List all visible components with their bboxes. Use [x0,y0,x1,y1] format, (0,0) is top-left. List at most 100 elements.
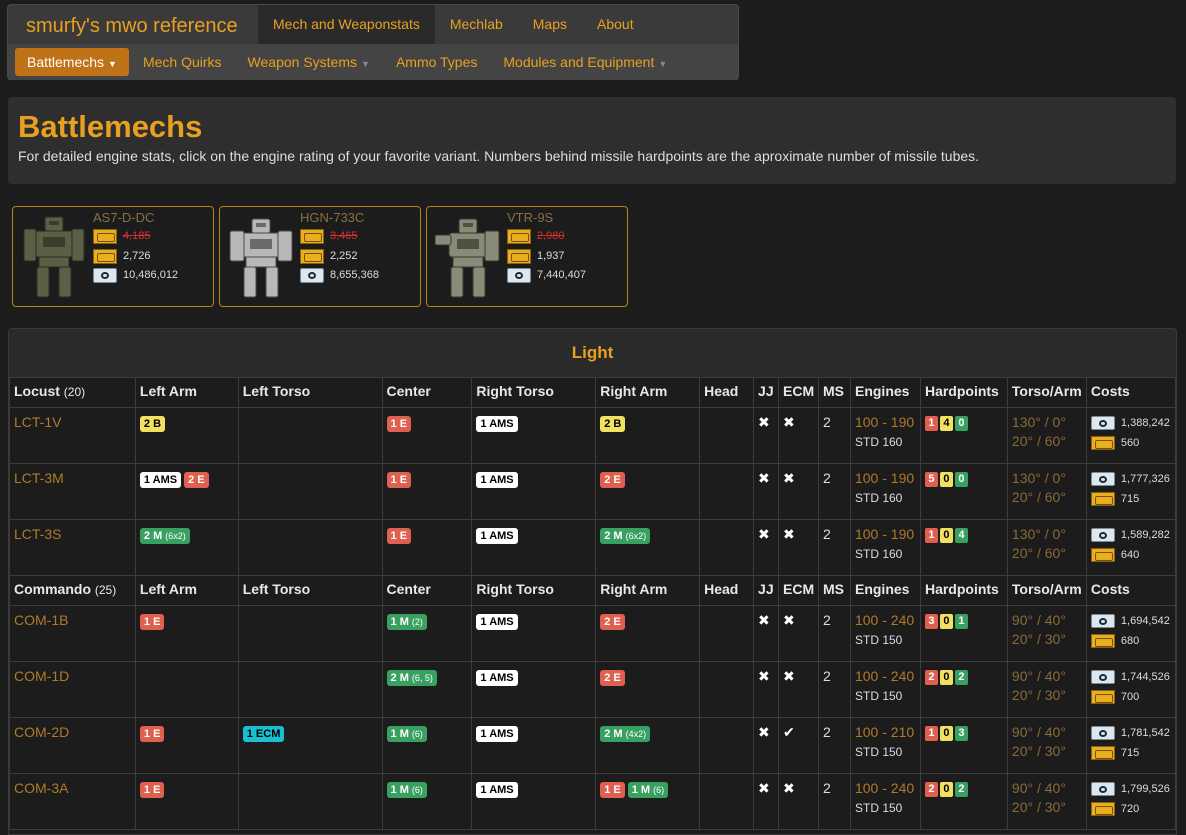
arm-angle: 20° / 30° [1011,631,1066,647]
arm-angle: 20° / 30° [1011,799,1066,815]
subnav-weapon-systems[interactable]: Weapon Systems ▼ [248,54,370,70]
head-cell [699,773,755,830]
mc-value: 715 [1120,747,1140,759]
weapon-hardpoint-badge: 1 M (6) [386,782,427,798]
column-header: Left Arm [134,575,239,606]
mc-icon [1090,746,1115,760]
engine-range-link[interactable]: 100 - 240 [855,612,916,628]
mc-price-old: 4,185 [93,227,151,245]
engine-range-link[interactable]: 100 - 240 [855,668,916,684]
badge-label: 2 E [604,672,621,684]
engine-range-link[interactable]: 100 - 190 [855,470,916,486]
weapon-hardpoint-badge: 1 E [600,782,625,798]
mc-old-value: 3,465 [330,230,358,242]
badge-label: 2 M [604,530,623,542]
subnav-modules-and-equipment[interactable]: Modules and Equipment ▼ [503,54,667,70]
variant-link[interactable]: COM-3A [9,773,136,830]
hardpoint-count: 0 [939,726,953,741]
badge-detail: (6x2) [625,531,647,541]
page-header: Battlemechs For detailed engine stats, c… [8,97,1176,184]
nav-mechlab[interactable]: Mechlab [435,5,518,44]
featured-mech-name[interactable]: AS7-D-DC [93,210,154,225]
hardpoints-cell: 103 [919,717,1008,774]
variant-link[interactable]: LCT-3M [9,463,136,520]
head-cell [699,463,755,520]
featured-mech-name[interactable]: HGN-733C [300,210,364,225]
cbills-cost: 1,388,242 [1090,414,1171,432]
brand-link[interactable]: smurfy's mwo reference [26,15,238,38]
variant-link[interactable]: COM-1D [9,661,136,718]
cbills-value: 1,799,526 [1120,783,1170,795]
weapon-hardpoint-badge: 1 E [386,416,412,432]
column-header: Left Torso [237,377,383,408]
badge-label: 2 E [604,474,621,486]
weapon-hardpoint-badge: 2 B [600,416,626,432]
engine-std: STD 160 [854,435,903,449]
nav-mech-and-weaponstats[interactable]: Mech and Weaponstats [258,5,435,44]
nav-about[interactable]: About [582,5,649,44]
badge-label: 1 AMS [480,616,514,628]
variant-link[interactable]: COM-2D [9,717,136,774]
badge-detail: (4x2) [625,729,647,739]
cbills-icon [1090,614,1115,628]
variant-link[interactable]: COM-1B [9,605,136,662]
subnav-mech-quirks[interactable]: Mech Quirks [143,54,222,70]
badge-detail: (6) [411,729,423,739]
hardpoints-cell: 202 [919,773,1008,830]
column-header: Engines [849,575,921,606]
hardpoint-count: 0 [954,416,968,431]
featured-mech-card[interactable]: VTR-9S 2,980 1,937 7,440,407 [426,206,628,307]
mc-icon [300,248,324,264]
subnav-battlemechs[interactable]: Battlemechs ▼ [15,48,129,76]
badge-label: 1 M [390,616,409,628]
engine-range-link[interactable]: 100 - 190 [855,414,916,430]
column-header: Right Torso [471,575,597,606]
nav-maps[interactable]: Maps [518,5,582,44]
mc-icon [1090,436,1115,450]
engine-range-link[interactable]: 100 - 190 [855,526,916,542]
badge-label: 1 E [390,530,408,542]
chassis-count: (25) [94,583,117,597]
weapon-hardpoint-badge: 1 E [139,782,165,798]
weapon-hardpoint-badge: 2 E [600,670,625,686]
engine-range-link[interactable]: 100 - 210 [855,724,916,740]
weapon-hardpoint-badge: 1 ECM [242,726,285,742]
section-title: Light [9,329,1176,378]
featured-mech-card[interactable]: HGN-733C 3,465 2,252 8,655,368 [219,206,421,307]
left-torso-cell [237,463,383,520]
featured-mech-card[interactable]: AS7-D-DC 4,185 2,726 10,486,012 [12,206,214,307]
hardpoints-cell: 500 [919,463,1008,520]
ecm-icon: ✖ [778,605,819,662]
featured-mech-name[interactable]: VTR-9S [507,210,553,225]
group-header-row: Commando (25) Left Arm Left Torso Center Rig… [9,575,1176,606]
engine-range-link[interactable]: 100 - 240 [855,780,916,796]
variant-link[interactable]: LCT-3S [9,519,136,576]
subnav-label: Mech Quirks [142,54,222,70]
mech-image [434,213,501,301]
engines-cell: 100 - 240 STD 150 [849,773,921,830]
cbills-value: 1,744,526 [1120,671,1170,683]
mc-value: 720 [1120,803,1140,815]
mc-cost: 715 [1090,744,1171,762]
table-row: LCT-1V 2 B 1 E 1 AMS 2 B ✖ ✖ 2 100 - 190… [9,407,1176,464]
navbar: smurfy's mwo reference Mech and Weaponst… [7,4,739,80]
cbills-icon [507,267,531,283]
mc-cost: 640 [1090,546,1171,564]
left-arm-cell: 1 E [134,773,239,830]
weapon-hardpoint-badge: 1 AMS [476,528,518,544]
column-header: Head [699,575,755,606]
hardpoint-count: 1 [924,416,938,431]
badge-detail: (6, 5) [411,673,433,683]
variant-link[interactable]: LCT-1V [9,407,136,464]
mc-value: 700 [1120,691,1140,703]
chassis-name: Locust [14,383,60,399]
right-arm-cell: 2 E [595,463,701,520]
engine-std: STD 150 [854,745,903,759]
ecm-icon: ✖ [778,407,819,464]
subnav-ammo-types[interactable]: Ammo Types [396,54,477,70]
badge-label: 1 AMS [480,474,514,486]
ecm-icon: ✖ [778,773,819,830]
costs-cell: 1,589,282 640 [1085,519,1176,576]
right-arm-cell: 2 E [595,605,701,662]
weapon-hardpoint-badge: 1 AMS [139,472,182,488]
